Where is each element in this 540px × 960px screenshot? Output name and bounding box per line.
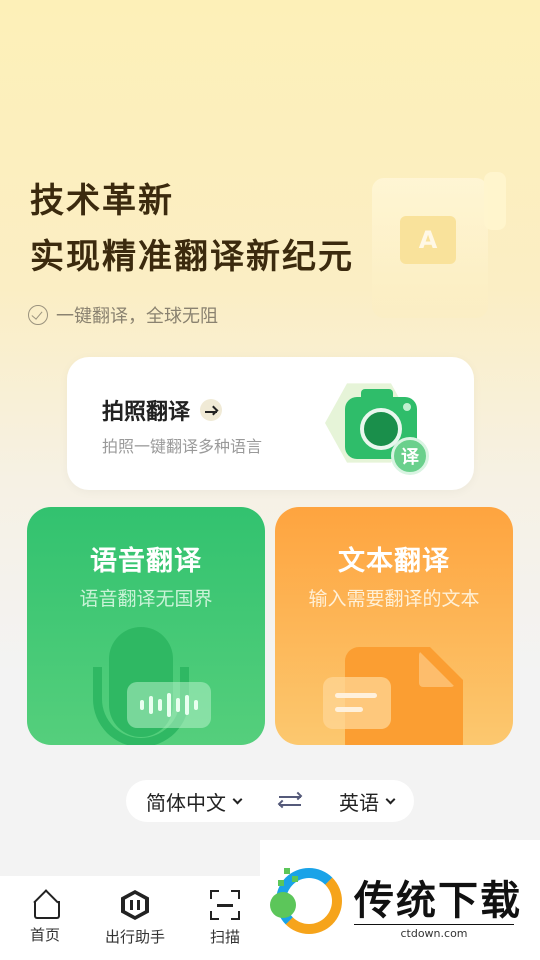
- translation-document-illustration: A: [372, 172, 506, 322]
- photo-translate-title: 拍照翻译: [102, 400, 191, 425]
- document-icon: [323, 647, 473, 745]
- hero-heading: 技术革新 实现精准翻译新纪元: [30, 178, 354, 280]
- voice-translate-title: 语音翻译: [90, 546, 202, 577]
- scan-icon: [210, 890, 240, 920]
- language-selector-bar: 简体中文 英语: [126, 780, 414, 822]
- home-icon: [31, 890, 60, 919]
- source-language-select[interactable]: 简体中文: [146, 787, 243, 816]
- check-circle-icon: [28, 305, 48, 325]
- nav-item-label: 首页: [29, 926, 60, 944]
- target-language-select[interactable]: 英语: [339, 787, 396, 816]
- chevron-down-icon: [232, 794, 243, 804]
- text-translate-card[interactable]: 文本翻译 输入需要翻译的文本: [275, 507, 513, 745]
- voice-translate-subtitle: 语音翻译无国界: [79, 588, 213, 610]
- microphone-icon: [87, 627, 217, 745]
- camera-flash-dot: [403, 403, 411, 411]
- swap-languages-icon[interactable]: [277, 791, 303, 810]
- watermark-logo-icon: [270, 862, 348, 940]
- text-translate-title: 文本翻译: [338, 546, 450, 577]
- arrow-right-icon: [200, 399, 223, 421]
- voice-translate-card[interactable]: 语音翻译 语音翻译无国界: [27, 507, 265, 745]
- tagline-text: 一键翻译，全球无阻: [56, 306, 218, 327]
- watermark-overlay: 传统下载 ctdown.com: [260, 840, 540, 960]
- text-translate-subtitle: 输入需要翻译的文本: [308, 588, 480, 610]
- photo-translate-card[interactable]: 拍照翻译 拍照一键翻译多种语言 译: [67, 357, 474, 490]
- sound-wave-icon: [127, 682, 211, 728]
- nav-item-scan[interactable]: 扫描: [180, 876, 270, 960]
- tagline: 一键翻译，全球无阻: [28, 302, 218, 328]
- nav-item-label: 扫描: [209, 928, 240, 946]
- photo-translate-subtitle: 拍照一键翻译多种语言: [102, 437, 263, 456]
- hero-title-line2: 实现精准翻译新纪元: [30, 237, 354, 277]
- target-language-label: 英语: [339, 790, 379, 815]
- camera-icon: 译: [325, 375, 435, 475]
- translate-badge-icon: 译: [391, 437, 429, 475]
- travel-assistant-icon: [121, 890, 149, 920]
- photo-translate-title-row: 拍照翻译: [102, 394, 223, 426]
- speech-bubble-icon: A: [400, 216, 456, 264]
- hero-title-line1: 技术革新: [30, 181, 174, 221]
- text-note-icon: [323, 677, 391, 729]
- watermark-url: ctdown.com: [354, 924, 514, 940]
- watermark-title: 传统下载: [354, 878, 522, 924]
- nav-item-home[interactable]: 首页: [0, 876, 90, 960]
- chevron-down-icon: [385, 794, 396, 804]
- nav-item-label: 出行助手: [104, 928, 165, 946]
- source-language-label: 简体中文: [146, 790, 226, 815]
- scroll-roll-shape: [484, 172, 506, 230]
- nav-item-travel-assistant[interactable]: 出行助手: [90, 876, 180, 960]
